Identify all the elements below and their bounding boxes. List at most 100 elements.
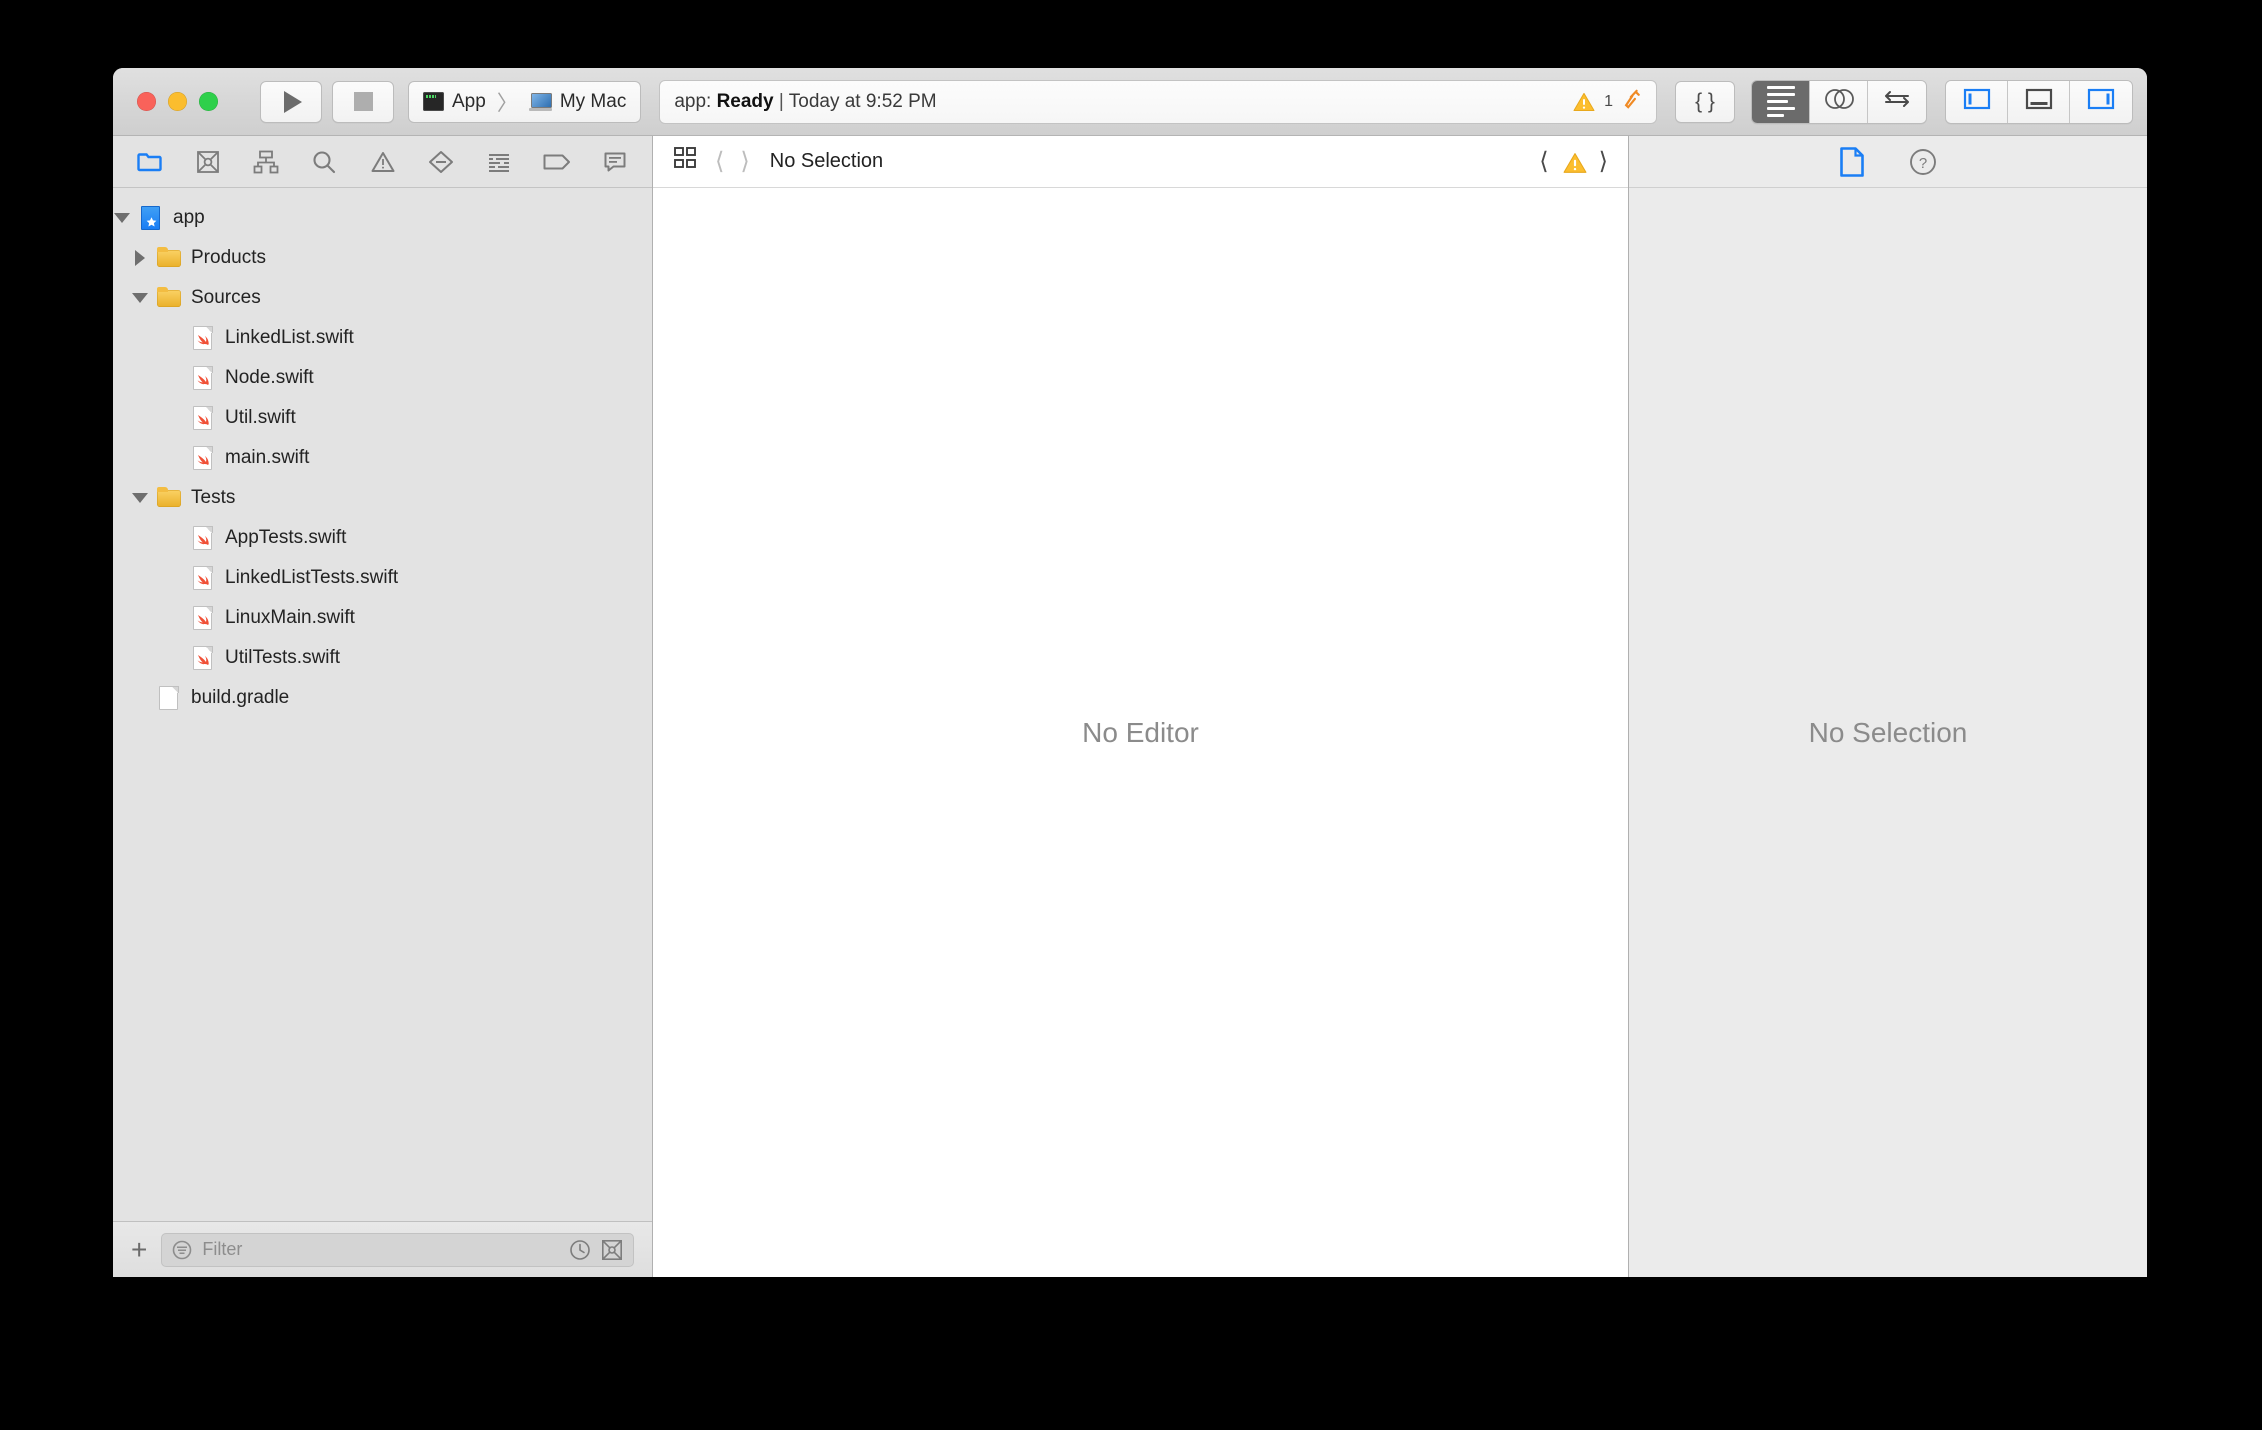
project-navigator-tab[interactable]	[133, 146, 167, 178]
minimize-button[interactable]	[168, 92, 187, 111]
stop-icon	[354, 92, 373, 111]
warning-triangle-icon[interactable]	[1563, 152, 1585, 172]
status-prefix: app:	[674, 91, 716, 112]
warning-count: 1	[1604, 93, 1613, 111]
laptop-icon	[529, 93, 552, 111]
standard-editor-button[interactable]	[1752, 81, 1810, 123]
source-control-navigator-tab[interactable]	[191, 146, 225, 178]
disclosure-spacer	[131, 689, 149, 707]
scheme-target-label: App	[452, 91, 486, 113]
tree-row[interactable]: LinkedListTests.swift	[113, 558, 652, 598]
disclosure-triangle-right-icon[interactable]	[131, 249, 149, 267]
status-state: Ready	[717, 91, 774, 112]
scheme-selector[interactable]: App 〉 My Mac	[408, 81, 641, 123]
window-toolbar: App 〉 My Mac app: Ready | Today at 9:52 …	[113, 68, 2147, 136]
swift-file-icon	[191, 645, 215, 671]
disclosure-spacer	[165, 329, 183, 347]
next-issue-button[interactable]: ⟩	[1599, 150, 1608, 174]
left-panel-icon	[1963, 87, 1991, 116]
assistant-editor-button[interactable]	[1810, 81, 1868, 123]
folder-icon	[157, 245, 181, 271]
toggle-inspector-button[interactable]	[2070, 81, 2132, 123]
editor-jump-bar: ⟨ ⟩ No Selection ⟨ ⟩	[653, 136, 1628, 188]
disclosure-spacer	[165, 609, 183, 627]
tree-row[interactable]: Products	[113, 238, 652, 278]
xcode-window: App 〉 My Mac app: Ready | Today at 9:52 …	[113, 68, 2147, 1277]
tree-row-label: Products	[191, 247, 266, 269]
tree-row[interactable]: AppTests.swift	[113, 518, 652, 558]
source-control-icon[interactable]	[601, 1239, 623, 1261]
tree-row-label: UtilTests.swift	[225, 647, 340, 669]
editor-empty-state: No Editor	[653, 188, 1628, 1277]
tree-row-label: AppTests.swift	[225, 527, 346, 549]
stop-button[interactable]	[332, 81, 394, 123]
breakpoint-navigator-tab[interactable]	[540, 146, 574, 178]
tree-row[interactable]: Tests	[113, 478, 652, 518]
library-button[interactable]: { }	[1675, 81, 1735, 123]
toggle-debug-area-button[interactable]	[2008, 81, 2070, 123]
filter-circle-icon	[172, 1240, 192, 1260]
tree-row[interactable]: app	[113, 198, 652, 238]
zoom-button[interactable]	[199, 92, 218, 111]
tree-row[interactable]: LinkedList.swift	[113, 318, 652, 358]
go-back-button[interactable]: ⟨	[715, 150, 724, 174]
close-button[interactable]	[137, 92, 156, 111]
tree-row-label: Util.swift	[225, 407, 296, 429]
clock-icon[interactable]	[569, 1239, 591, 1261]
two-arrows-icon	[1881, 87, 1913, 116]
report-navigator-tab[interactable]	[598, 146, 632, 178]
tree-row[interactable]: Util.swift	[113, 398, 652, 438]
tree-row[interactable]: main.swift	[113, 438, 652, 478]
version-editor-button[interactable]	[1868, 81, 1926, 123]
previous-issue-button[interactable]: ⟨	[1539, 150, 1548, 174]
issue-navigator-tab[interactable]	[366, 146, 400, 178]
project-file-tree[interactable]: app Products SourcesLinkedList.swiftNode.s…	[113, 188, 652, 1221]
scheme-destination-label: My Mac	[560, 91, 627, 113]
panel-toggle-group	[1945, 80, 2133, 124]
go-forward-button[interactable]: ⟩	[740, 150, 749, 174]
jump-bar-title[interactable]: No Selection	[770, 150, 883, 173]
tree-row[interactable]: LinuxMain.swift	[113, 598, 652, 638]
swift-file-icon	[191, 445, 215, 471]
tree-row[interactable]: Node.swift	[113, 358, 652, 398]
lines-icon	[1767, 86, 1795, 117]
find-navigator-tab[interactable]	[307, 146, 341, 178]
disclosure-triangle-down-icon[interactable]	[113, 209, 131, 227]
toggle-navigator-button[interactable]	[1946, 81, 2008, 123]
scheme-separator: 〉	[497, 87, 518, 117]
add-button[interactable]: +	[131, 1236, 147, 1264]
symbol-navigator-tab[interactable]	[249, 146, 283, 178]
tree-row[interactable]: build.gradle	[113, 678, 652, 718]
test-navigator-tab[interactable]	[424, 146, 458, 178]
tree-row[interactable]: Sources	[113, 278, 652, 318]
window-body: app Products SourcesLinkedList.swiftNode.s…	[113, 136, 2147, 1277]
warning-triangle-icon[interactable]	[1573, 92, 1595, 112]
tree-row-label: main.swift	[225, 447, 309, 469]
disclosure-spacer	[165, 569, 183, 587]
right-panel-icon	[2087, 87, 2115, 116]
command-line-tool-icon	[423, 92, 444, 111]
disclosure-triangle-down-icon[interactable]	[131, 289, 149, 307]
inspector-panel: ? No Selection	[1629, 136, 2147, 1277]
tree-row[interactable]: UtilTests.swift	[113, 638, 652, 678]
plain-file-icon	[157, 685, 181, 711]
status-indicators: 1	[1573, 89, 1642, 115]
filter-placeholder: Filter	[202, 1239, 559, 1260]
disclosure-triangle-down-icon[interactable]	[131, 489, 149, 507]
editor-mode-group	[1751, 80, 1927, 124]
run-button[interactable]	[260, 81, 322, 123]
quick-help-inspector-tab[interactable]: ?	[1909, 148, 1937, 176]
disclosure-spacer	[165, 529, 183, 547]
swift-file-icon	[191, 405, 215, 431]
disclosure-spacer	[165, 409, 183, 427]
debug-navigator-tab[interactable]	[482, 146, 516, 178]
related-items-grid-icon[interactable]	[673, 146, 699, 177]
disclosure-spacer	[165, 449, 183, 467]
activity-status-field[interactable]: app: Ready | Today at 9:52 PM 1	[659, 80, 1657, 124]
tree-row-label: build.gradle	[191, 687, 289, 709]
file-inspector-tab[interactable]	[1839, 147, 1865, 177]
filter-input[interactable]: Filter	[161, 1233, 634, 1267]
navigator-filter-bar: + Filter	[113, 1221, 652, 1277]
play-icon	[284, 91, 302, 113]
hammer-icon[interactable]	[1622, 88, 1643, 115]
